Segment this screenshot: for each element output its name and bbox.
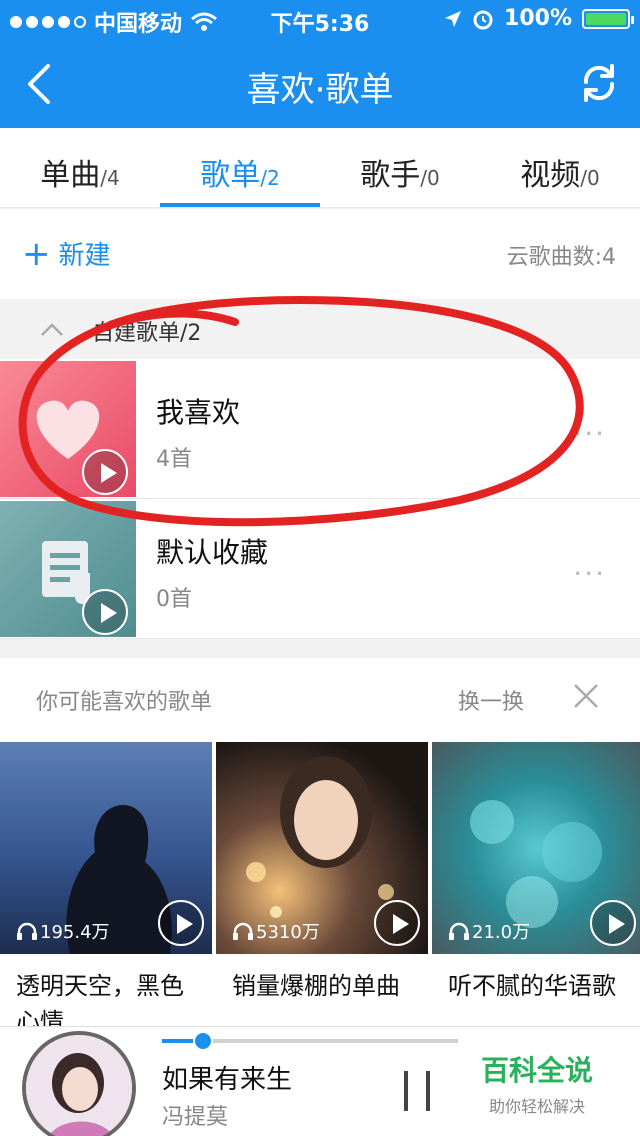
- recommend-card[interactable]: 195.4万 透明天空，黑色心情: [0, 742, 212, 1038]
- action-row: + 新建 云歌曲数:4: [0, 209, 640, 299]
- watermark: 百科全说 助你轻松解决: [462, 1049, 612, 1117]
- play-count-value: 195.4万: [40, 922, 110, 943]
- refresh-icon[interactable]: [578, 62, 620, 104]
- page-title: 喜欢·歌单: [246, 70, 394, 110]
- nav-bar: 喜欢·歌单: [0, 40, 640, 128]
- play-count-value: 5310万: [256, 922, 320, 943]
- cloud-song-count: 云歌曲数:4: [506, 245, 616, 270]
- tab-count: /2: [260, 166, 280, 190]
- plus-icon: +: [22, 233, 51, 274]
- playlist-name: 我喜欢: [156, 396, 241, 429]
- song-artist: 冯提莫: [162, 1105, 229, 1130]
- tab-indicator: [160, 203, 320, 207]
- top-bar: 中国移动 下午5:36 100% 喜欢·歌单: [0, 0, 640, 128]
- watermark-main: 百科全说: [480, 1054, 593, 1087]
- tab-count: /0: [580, 166, 600, 190]
- play-count: 195.4万: [16, 918, 110, 944]
- pause-icon[interactable]: [404, 1071, 430, 1111]
- tab-label: 单曲: [40, 158, 101, 193]
- album-art-image: [26, 1035, 132, 1136]
- tab-count: /4: [100, 166, 120, 190]
- playlist-cover: [0, 501, 136, 637]
- recommend-card[interactable]: 21.0万 听不腻的华语歌: [432, 742, 640, 1038]
- tab-songs[interactable]: 单曲/4: [0, 128, 160, 207]
- close-icon[interactable]: [572, 682, 600, 710]
- card-cover: 195.4万: [0, 742, 212, 954]
- location-icon: [445, 10, 462, 27]
- mini-player[interactable]: 如果有来生 冯提莫 百科全说 助你轻松解决: [0, 1026, 640, 1136]
- play-button[interactable]: [590, 900, 636, 946]
- song-title: 如果有来生: [162, 1065, 293, 1095]
- play-count: 21.0万: [448, 918, 530, 944]
- playlist-count: 4首: [156, 447, 192, 472]
- play-button[interactable]: [82, 589, 128, 635]
- playlist-name: 默认收藏: [156, 536, 269, 569]
- chevron-up-icon[interactable]: [40, 321, 64, 337]
- headphones-icon: [17, 922, 37, 940]
- playlist-cover: [0, 361, 136, 497]
- tab-singers[interactable]: 歌手/0: [320, 128, 480, 207]
- section-header[interactable]: 自建歌单/2: [0, 299, 640, 359]
- tab-bar: 单曲/4 歌单/2 歌手/0 视频/0: [0, 128, 640, 208]
- tab-videos[interactable]: 视频/0: [480, 128, 640, 207]
- play-count: 5310万: [232, 918, 320, 944]
- headphones-icon: [233, 922, 253, 940]
- swap-button[interactable]: 换一换: [458, 684, 524, 716]
- play-button[interactable]: [374, 900, 420, 946]
- more-icon[interactable]: ···: [573, 417, 606, 450]
- play-count-value: 21.0万: [472, 922, 531, 943]
- tab-playlists[interactable]: 歌单/2: [160, 128, 320, 207]
- more-icon[interactable]: ···: [573, 557, 606, 590]
- tab-label: 歌手: [360, 158, 421, 193]
- progress-knob[interactable]: [193, 1031, 214, 1051]
- recommend-card[interactable]: 5310万 销量爆棚的单曲: [216, 742, 428, 1038]
- tab-count: /0: [420, 166, 440, 190]
- status-right: 100%: [444, 6, 634, 31]
- alarm-icon: [473, 10, 493, 29]
- play-button[interactable]: [82, 449, 128, 495]
- playlist-row-default[interactable]: 默认收藏 0首 ···: [0, 499, 640, 639]
- recommend-title: 你可能喜欢的歌单: [36, 690, 213, 715]
- recommend-section: 你可能喜欢的歌单 换一换 195.4万 透明天空，黑色心情 5310万 销量爆棚…: [0, 658, 640, 1038]
- section-label: 自建歌单/2: [92, 321, 202, 346]
- progress-bar[interactable]: [162, 1031, 458, 1051]
- tab-label: 歌单: [200, 158, 261, 193]
- watermark-sub: 助你轻松解决: [488, 1097, 585, 1116]
- playlist-row-favorites[interactable]: 我喜欢 4首 ···: [0, 359, 640, 499]
- status-bar: 中国移动 下午5:36 100%: [0, 0, 640, 40]
- recommend-cards: 195.4万 透明天空，黑色心情 5310万 销量爆棚的单曲 21.0万 听不腻…: [0, 742, 640, 1038]
- new-playlist-label: 新建: [58, 241, 111, 271]
- new-playlist-button[interactable]: + 新建: [22, 235, 111, 272]
- headphones-icon: [449, 922, 469, 940]
- card-cover: 21.0万: [432, 742, 640, 954]
- album-avatar[interactable]: [22, 1031, 136, 1136]
- battery-icon: [582, 8, 634, 29]
- playlist-count: 0首: [156, 587, 192, 612]
- battery-percent: 100%: [504, 6, 572, 31]
- play-button[interactable]: [158, 900, 204, 946]
- card-cover: 5310万: [216, 742, 428, 954]
- tab-label: 视频: [520, 158, 581, 193]
